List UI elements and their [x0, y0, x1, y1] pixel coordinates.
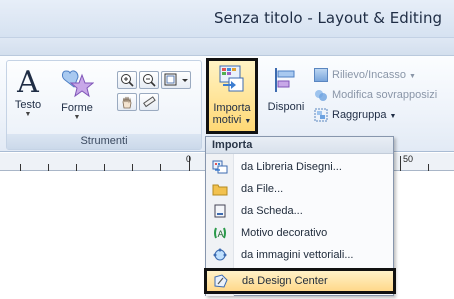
- vector-image-icon: [213, 248, 227, 261]
- chevron-down-icon: ▼: [409, 73, 416, 80]
- group-strumenti-label: Strumenti: [7, 134, 201, 149]
- zoom-out-button[interactable]: [139, 71, 159, 89]
- group-strumenti: A Testo ▼ Forme ▼ Strumenti: [6, 60, 202, 150]
- overlap-icon: [315, 90, 327, 101]
- ruler-tick: [20, 164, 21, 171]
- zoom-fit-dropdown[interactable]: [161, 71, 191, 89]
- ribbon-tab-strip: [0, 38, 454, 56]
- align-icon: [275, 68, 295, 92]
- design-center-icon: [214, 274, 228, 288]
- importa-label-line1: Importa: [213, 102, 251, 114]
- menu-item-design-center[interactable]: da Design Center: [204, 268, 396, 294]
- chevron-down-icon: ▼: [24, 111, 32, 118]
- importa-motivi-button[interactable]: Importa motivi ▼: [206, 58, 258, 134]
- raggruppa-label: Raggruppa ▼: [332, 109, 397, 121]
- right-command-column: Rilievo/Incasso ▼ Modifica sovrapposizi …: [314, 60, 454, 140]
- hand-icon: [122, 96, 132, 109]
- ruler-tick: [428, 164, 429, 171]
- menu-item-label: Motivo decorativo: [241, 227, 328, 239]
- card-icon: [214, 204, 226, 218]
- ruler-label-0: 0: [186, 154, 192, 164]
- zoom-fit-icon: [164, 73, 188, 86]
- pan-button[interactable]: [117, 93, 137, 111]
- forme-label: Forme: [61, 102, 93, 114]
- menu-item-label: da Scheda...: [241, 205, 303, 217]
- forme-button[interactable]: Forme ▼: [57, 67, 97, 122]
- title-bar: Senza titolo - Layout & Editing: [0, 0, 454, 38]
- text-a-icon: A: [17, 65, 39, 100]
- menu-item-file[interactable]: da File...: [206, 179, 393, 199]
- ruler-tick: [48, 164, 49, 171]
- design-library-icon: [212, 160, 228, 174]
- testo-label: Testo: [14, 99, 42, 111]
- menu-header: Importa: [206, 137, 393, 154]
- menu-item-label: da File...: [241, 183, 284, 195]
- ruler-tick-major: [400, 156, 401, 171]
- menu-item-label: da Libreria Disegni...: [241, 161, 342, 173]
- zoom-in-icon: [121, 74, 134, 87]
- svg-text:A: A: [218, 230, 225, 240]
- importa-label-line2: motivi ▼: [212, 114, 252, 126]
- testo-button[interactable]: A Testo ▼: [11, 67, 45, 119]
- group-icon: [314, 108, 328, 122]
- ruler-label-50: 50: [403, 154, 414, 164]
- ruler-tick: [104, 164, 105, 171]
- menu-item-label: da Design Center: [242, 275, 328, 287]
- window-title: Senza titolo - Layout & Editing: [214, 9, 442, 27]
- ruler-icon: [143, 96, 156, 108]
- measure-button[interactable]: [139, 93, 159, 111]
- menu-item-immagini-vettoriali[interactable]: da immagini vettoriali...: [206, 245, 393, 265]
- chevron-down-icon: ▼: [73, 114, 81, 121]
- ruler-tick: [160, 164, 161, 171]
- chevron-down-icon: ▼: [389, 113, 397, 120]
- folder-icon: [212, 184, 228, 196]
- heart-star-icon: [62, 70, 95, 98]
- zoom-in-button[interactable]: [117, 71, 137, 89]
- import-pattern-icon: [219, 65, 244, 92]
- modifica-label: Modifica sovrapposizi: [332, 89, 438, 101]
- menu-item-motivo-decorativo[interactable]: A Motivo decorativo: [206, 223, 393, 243]
- menu-item-libreria-disegni[interactable]: da Libreria Disegni...: [206, 157, 393, 177]
- ruler-tick: [132, 164, 133, 171]
- emboss-icon: [314, 68, 328, 82]
- chevron-down-icon: ▼: [244, 118, 252, 125]
- importa-dropdown-menu: Importa da Libreria Disegni... da File..…: [204, 136, 396, 296]
- disponi-button[interactable]: Disponi: [262, 60, 310, 130]
- menu-item-scheda[interactable]: da Scheda...: [206, 201, 393, 221]
- rilievo-label: Rilievo/Incasso ▼: [332, 69, 416, 81]
- zoom-out-icon: [143, 74, 156, 87]
- disponi-label: Disponi: [267, 101, 305, 113]
- decorative-pattern-icon: A: [214, 227, 226, 240]
- ruler-tick: [76, 164, 77, 171]
- menu-item-label: da immagini vettoriali...: [241, 249, 354, 261]
